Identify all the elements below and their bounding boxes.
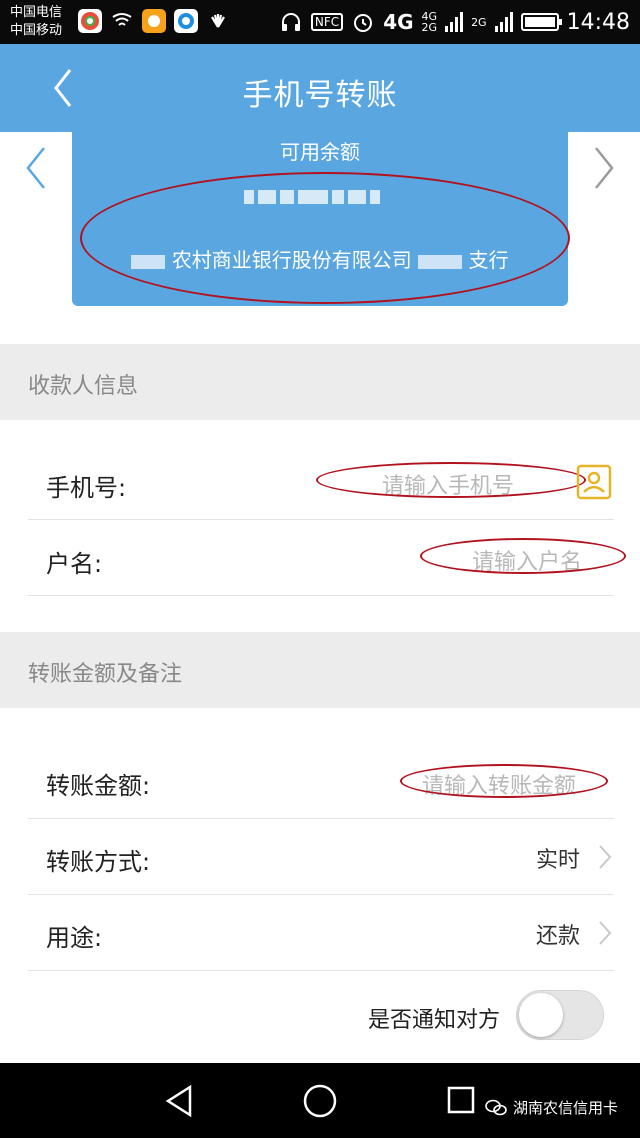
nfc-icon: NFC <box>310 13 344 31</box>
nav-back-icon[interactable] <box>162 1083 196 1119</box>
signal-bars-icon-2 <box>494 12 513 32</box>
notify-toggle[interactable] <box>516 990 604 1040</box>
carrier-1: 中国电信 <box>10 5 63 20</box>
notify-label: 是否通知对方 <box>367 1008 500 1033</box>
phone-label: 手机号: <box>46 474 127 502</box>
network-4g-label: 4G <box>383 10 414 34</box>
available-balance-label: 可用余额 <box>280 140 360 164</box>
payee-section-title: 收款人信息 <box>28 374 139 399</box>
annotation-oval-phone <box>316 462 586 498</box>
divider <box>28 595 614 596</box>
watermark: 湖南农信信用卡 <box>485 1097 618 1118</box>
amount-section-title: 转账金额及备注 <box>28 662 183 687</box>
net-2g-small-label: 2G <box>421 21 438 34</box>
headphones-icon <box>281 13 300 31</box>
account-card[interactable]: 可用余额 农村商业银行股份有限公司 支行 <box>72 132 570 306</box>
net-2g-label: 2G <box>471 15 487 29</box>
notification-icons <box>78 9 230 33</box>
signal-app-icon <box>110 9 134 33</box>
chevron-right-icon <box>599 845 612 869</box>
status-bar: 中国电信 中国移动 NFC 4G 4G 2G 2G 14:48 <box>0 0 640 44</box>
signal-bars-icon-1 <box>445 12 464 32</box>
clock: 14:48 <box>566 9 630 35</box>
browser-app-icon <box>78 9 102 33</box>
method-row[interactable]: 转账方式: 实时 <box>0 818 640 894</box>
purpose-value: 还款 <box>535 924 580 949</box>
name-label: 户名: <box>46 550 103 578</box>
wechat-icon <box>485 1099 507 1115</box>
amount-row: 转账金额: 请输入转账金额 <box>0 742 640 818</box>
nav-recents-icon[interactable] <box>446 1085 476 1115</box>
method-value: 实时 <box>535 848 580 873</box>
battery-icon <box>520 13 562 31</box>
page-title: 手机号转账 <box>242 78 398 113</box>
taobao-app-icon <box>142 9 166 33</box>
amount-section-header: 转账金额及备注 <box>0 632 640 708</box>
toggle-knob <box>519 993 563 1037</box>
carrier-2: 中国移动 <box>10 23 63 38</box>
account-card-carousel: 可用余额 农村商业银行股份有限公司 支行 <box>0 132 640 342</box>
previous-card-icon[interactable] <box>22 144 50 192</box>
camera-app-icon <box>174 9 198 33</box>
purpose-label: 用途: <box>46 924 103 952</box>
chevron-right-icon <box>599 921 612 945</box>
phone-row: 手机号: 请输入手机号 <box>0 444 640 520</box>
system-nav-bar: 湖南农信信用卡 <box>0 1063 640 1138</box>
payee-section-header: 收款人信息 <box>0 344 640 420</box>
next-card-icon[interactable] <box>590 144 618 192</box>
huawei-app-icon <box>206 9 230 33</box>
annotation-oval-card <box>80 172 570 304</box>
annotation-oval-amount <box>400 764 608 798</box>
method-label: 转账方式: <box>46 848 151 876</box>
contact-book-icon[interactable] <box>576 464 612 500</box>
watermark-text: 湖南农信信用卡 <box>512 1099 618 1117</box>
purpose-row[interactable]: 用途: 还款 <box>0 894 640 970</box>
name-row: 户名: 请输入户名 <box>0 520 640 596</box>
app-header: 手机号转账 <box>0 44 640 132</box>
annotation-oval-name <box>420 538 626 574</box>
nav-home-icon[interactable] <box>302 1083 338 1119</box>
carrier-info: 中国电信 中国移动 <box>10 4 62 40</box>
signal-stack: 4G 2G <box>422 11 438 33</box>
divider <box>28 970 614 971</box>
system-indicators: NFC 4G 4G 2G 2G 14:48 <box>279 6 630 38</box>
amount-label: 转账金额: <box>46 772 151 800</box>
alarm-icon <box>354 14 373 32</box>
